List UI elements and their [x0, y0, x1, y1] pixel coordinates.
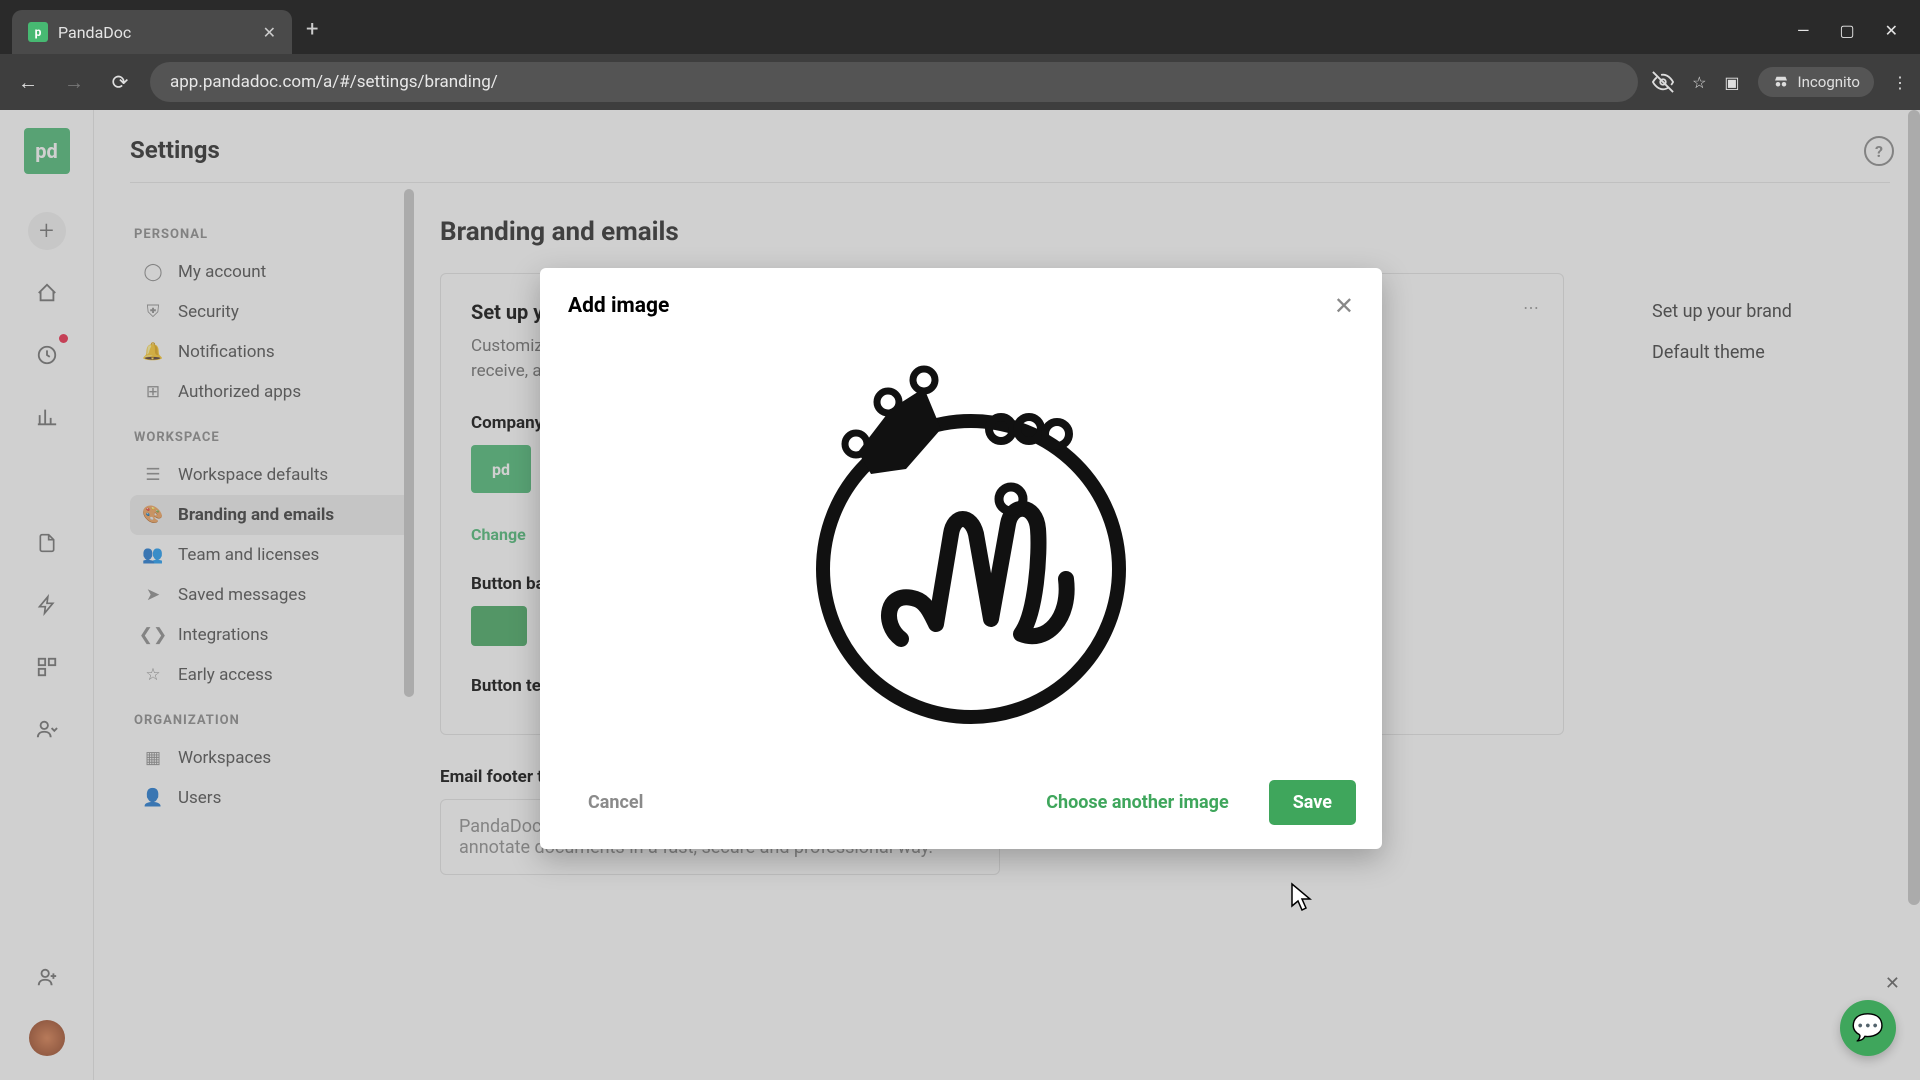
browser-tab[interactable]: p PandaDoc ✕ [12, 10, 292, 54]
modal-body [540, 344, 1382, 764]
chat-launcher[interactable]: 💬 [1840, 1000, 1896, 1056]
kebab-menu-icon[interactable]: ⋮ [1892, 73, 1908, 92]
browser-titlebar: p PandaDoc ✕ + ― ▢ ✕ [0, 0, 1920, 54]
browser-toolbar: ← → ⟳ app.pandadoc.com/a/#/settings/bran… [0, 54, 1920, 110]
maximize-icon[interactable]: ▢ [1839, 21, 1854, 40]
incognito-label: Incognito [1798, 73, 1860, 91]
window-close-icon[interactable]: ✕ [1885, 21, 1898, 40]
new-tab-button[interactable]: + [306, 17, 318, 42]
eye-off-icon[interactable] [1652, 71, 1674, 93]
uploaded-logo-preview [786, 364, 1136, 724]
bookmark-star-icon[interactable]: ☆ [1692, 73, 1706, 92]
window-controls: ― ▢ ✕ [1797, 21, 1920, 54]
add-image-modal: Add image ✕ Cancel Choose another image … [540, 268, 1382, 849]
modal-title: Add image [568, 294, 669, 318]
minimize-icon[interactable]: ― [1797, 21, 1810, 40]
forward-button[interactable]: → [58, 66, 90, 98]
url-text: app.pandadoc.com/a/#/settings/branding/ [170, 72, 498, 92]
chat-close-icon[interactable]: ✕ [1885, 973, 1900, 994]
save-button[interactable]: Save [1269, 780, 1356, 825]
reload-button[interactable]: ⟳ [104, 66, 136, 98]
pandadoc-favicon: p [28, 22, 48, 42]
panel-icon[interactable]: ▣ [1724, 73, 1739, 92]
address-bar[interactable]: app.pandadoc.com/a/#/settings/branding/ [150, 62, 1638, 102]
back-button[interactable]: ← [12, 66, 44, 98]
tab-close-icon[interactable]: ✕ [263, 23, 276, 42]
incognito-badge[interactable]: Incognito [1758, 67, 1874, 97]
tab-title: PandaDoc [58, 23, 131, 42]
cancel-button[interactable]: Cancel [566, 780, 665, 825]
modal-close-icon[interactable]: ✕ [1334, 292, 1354, 320]
choose-another-image-button[interactable]: Choose another image [1024, 780, 1250, 825]
